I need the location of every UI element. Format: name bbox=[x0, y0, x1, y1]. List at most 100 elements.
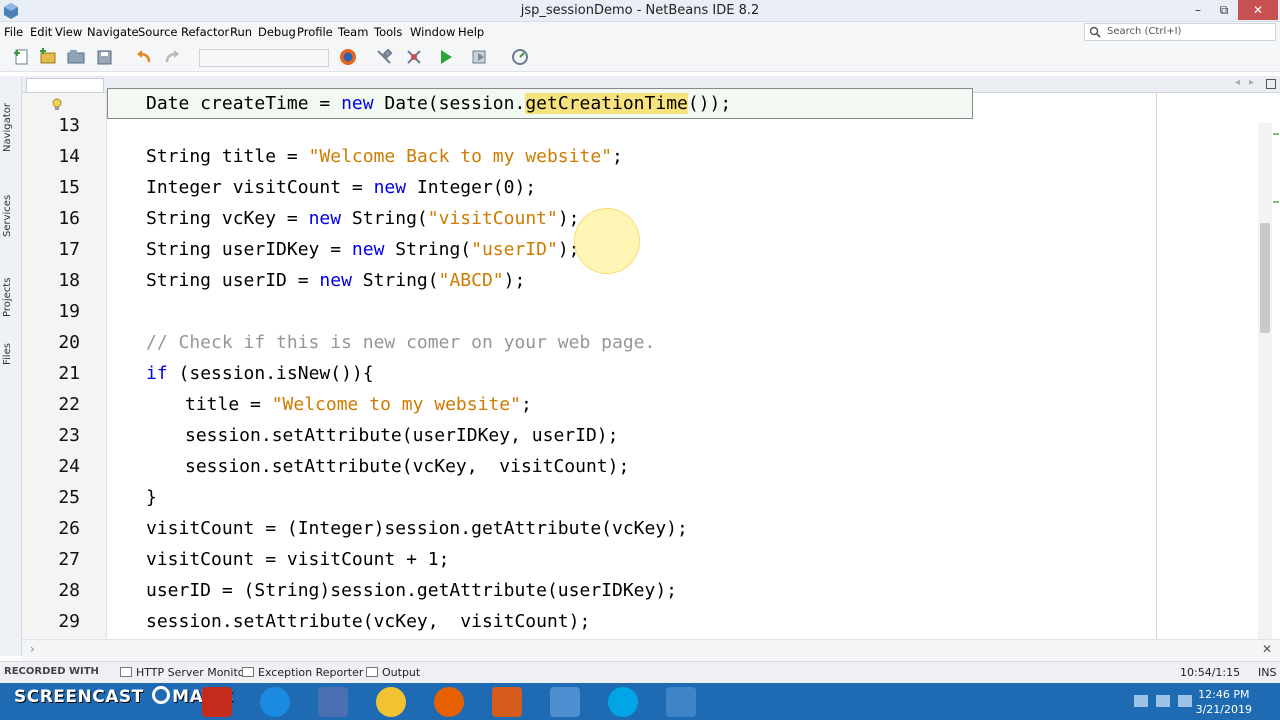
new-file-icon[interactable] bbox=[12, 47, 32, 67]
menu-navigate[interactable]: Navigate bbox=[87, 25, 139, 39]
minimize-button[interactable]: – bbox=[1184, 0, 1212, 20]
menu-file[interactable]: File bbox=[4, 25, 23, 39]
taskbar-clock[interactable]: 12:46 PM 3/21/2019 bbox=[1196, 687, 1252, 717]
code-line[interactable]: visitCount = (Integer)session.getAttribu… bbox=[146, 518, 688, 539]
taskbar-firefox-icon[interactable] bbox=[434, 687, 464, 717]
code-editor[interactable]: Date createTime = new Date(session.getCr… bbox=[22, 88, 1280, 639]
code-string: "userID" bbox=[471, 239, 558, 260]
code-string: "visitCount" bbox=[427, 208, 558, 229]
code-string: "ABCD" bbox=[438, 270, 504, 291]
code-line[interactable]: session.setAttribute(vcKey, visitCount); bbox=[185, 456, 629, 477]
output-tab-label: Output bbox=[382, 666, 421, 679]
code-token: ); bbox=[503, 270, 526, 291]
line-number: 21 bbox=[58, 363, 80, 384]
code-line[interactable]: String title = "Welcome Back to my websi… bbox=[146, 146, 623, 167]
code-string: "Welcome to my website" bbox=[271, 394, 521, 415]
debug-icon[interactable] bbox=[470, 47, 490, 67]
code-line[interactable]: // Check if this is new comer on your we… bbox=[146, 332, 655, 353]
tab-scroll-right-icon[interactable]: ▸ bbox=[1249, 77, 1254, 88]
maximize-button[interactable]: ⧉ bbox=[1210, 0, 1238, 20]
tab-exception-reporter[interactable]: Exception Reporter bbox=[242, 666, 363, 679]
menu-view[interactable]: View bbox=[55, 25, 82, 39]
projects-tab[interactable]: Projects bbox=[2, 268, 20, 326]
menu-source[interactable]: Source bbox=[138, 25, 178, 39]
code-keyword: new bbox=[341, 93, 374, 114]
maximize-editor-icon[interactable] bbox=[1266, 79, 1276, 89]
code-line[interactable]: session.setAttribute(vcKey, visitCount); bbox=[146, 611, 590, 632]
taskbar-acrobat-icon[interactable] bbox=[202, 687, 232, 717]
code-line[interactable]: Integer visitCount = new Integer(0); bbox=[146, 177, 536, 198]
hint-bulb-icon[interactable] bbox=[51, 98, 63, 112]
code-line[interactable]: String vcKey = new String("visitCount"); bbox=[146, 208, 580, 229]
taskbar-ie-icon[interactable] bbox=[260, 687, 290, 717]
side-panel-strip: Navigator Services Projects Files bbox=[0, 76, 22, 656]
line-number: 14 bbox=[58, 146, 80, 167]
tab-scroll-left-icon[interactable]: ◂ bbox=[1235, 77, 1240, 88]
code-line[interactable]: if (session.isNew()){ bbox=[146, 363, 374, 384]
taskbar-app-icon[interactable] bbox=[666, 687, 696, 717]
undo-icon[interactable] bbox=[134, 47, 154, 67]
configuration-select[interactable] bbox=[199, 49, 329, 67]
taskbar-netbeans-icon[interactable] bbox=[550, 687, 580, 717]
code-line[interactable]: } bbox=[146, 487, 157, 508]
code-keyword: if bbox=[146, 363, 168, 384]
line-number: 20 bbox=[58, 332, 80, 353]
tab-http-server-monitor[interactable]: HTTP Server Monitor bbox=[120, 666, 249, 679]
profile-icon[interactable] bbox=[510, 47, 530, 67]
code-token: ; bbox=[520, 394, 532, 415]
menu-team[interactable]: Team bbox=[338, 25, 368, 39]
save-all-icon[interactable] bbox=[95, 47, 115, 67]
open-project-icon[interactable] bbox=[66, 47, 86, 67]
redo-icon[interactable] bbox=[162, 47, 182, 67]
taskbar-folder-icon[interactable] bbox=[492, 687, 522, 717]
menu-run[interactable]: Run bbox=[230, 25, 252, 39]
code-line[interactable]: visitCount = visitCount + 1; bbox=[146, 549, 449, 570]
exception-tab-label: Exception Reporter bbox=[258, 666, 364, 679]
menu-tools[interactable]: Tools bbox=[374, 25, 402, 39]
code-line[interactable]: session.setAttribute(userIDKey, userID); bbox=[185, 425, 618, 446]
line-number: 28 bbox=[58, 580, 80, 601]
tray-volume-icon[interactable] bbox=[1178, 695, 1192, 707]
tray-flag-icon[interactable] bbox=[1156, 695, 1170, 707]
sticky-code-line: Date createTime = new Date(session.getCr… bbox=[146, 93, 731, 114]
menu-window[interactable]: Window bbox=[410, 25, 455, 39]
services-tab[interactable]: Services bbox=[2, 186, 20, 246]
menu-debug[interactable]: Debug bbox=[258, 25, 296, 39]
code-line[interactable]: String userIDKey = new String("userID"); bbox=[146, 239, 580, 260]
code-token: userID = (String)session.getAttribute(us… bbox=[146, 580, 678, 601]
taskbar-chrome-icon[interactable] bbox=[376, 687, 406, 717]
horizontal-scroll-bar[interactable]: › ✕ bbox=[22, 639, 1280, 661]
search-input[interactable]: Search (Ctrl+I) bbox=[1084, 23, 1276, 41]
menu-edit[interactable]: Edit bbox=[30, 25, 52, 39]
new-project-icon[interactable] bbox=[38, 47, 58, 67]
code-keyword: new bbox=[373, 177, 407, 198]
tab-output[interactable]: Output bbox=[366, 666, 420, 679]
run-icon[interactable] bbox=[436, 47, 456, 67]
close-panel-icon[interactable]: ✕ bbox=[1262, 642, 1272, 656]
window-title: jsp_sessionDemo - NetBeans IDE 8.2 bbox=[520, 3, 760, 18]
right-margin-guide bbox=[1156, 93, 1157, 639]
code-comment: // Check if this is new comer on your we… bbox=[146, 332, 656, 353]
close-button[interactable]: ✕ bbox=[1238, 0, 1278, 20]
vertical-scrollbar[interactable] bbox=[1258, 123, 1272, 639]
taskbar-outlook-icon[interactable] bbox=[318, 687, 348, 717]
navigator-tab[interactable]: Navigator bbox=[2, 98, 20, 158]
code-line[interactable]: String userID = new String("ABCD"); bbox=[146, 270, 525, 291]
tray-network-icon[interactable] bbox=[1134, 695, 1148, 707]
expand-arrow-icon[interactable]: › bbox=[30, 642, 35, 656]
code-highlight: getCreationTime bbox=[525, 93, 688, 114]
taskbar-skype-icon[interactable] bbox=[608, 687, 638, 717]
menu-profile[interactable]: Profile bbox=[297, 25, 333, 39]
files-tab[interactable]: Files bbox=[2, 336, 20, 372]
code-token: String title = bbox=[146, 146, 309, 167]
code-line[interactable]: title = "Welcome to my website"; bbox=[185, 394, 532, 415]
menu-help[interactable]: Help bbox=[458, 25, 484, 39]
build-icon[interactable] bbox=[374, 47, 394, 67]
menu-refactor[interactable]: Refactor bbox=[181, 25, 229, 39]
browser-icon[interactable] bbox=[338, 47, 358, 67]
editor-file-tab[interactable] bbox=[26, 78, 104, 92]
clean-build-icon[interactable] bbox=[404, 47, 424, 67]
code-line[interactable]: userID = (String)session.getAttribute(us… bbox=[146, 580, 677, 601]
scrollbar-thumb[interactable] bbox=[1260, 223, 1270, 333]
output-status-bar: RECORDED WITH HTTP Server Monitor Except… bbox=[0, 661, 1280, 683]
